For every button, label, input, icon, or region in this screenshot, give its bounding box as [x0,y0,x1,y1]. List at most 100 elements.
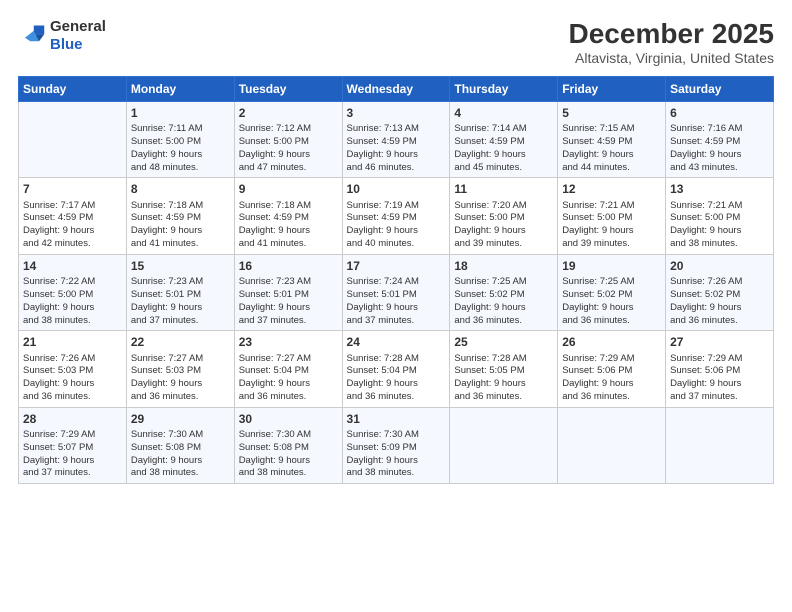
day-info-line: and 43 minutes. [670,162,769,175]
cell-inner: 21Sunrise: 7:26 AMSunset: 5:03 PMDayligh… [23,334,122,403]
day-info-line: Sunrise: 7:18 AM [131,200,230,213]
day-info-line: Daylight: 9 hours [454,225,553,238]
day-number: 24 [347,334,446,350]
day-number: 31 [347,411,446,427]
month-title: December 2025 [569,18,774,50]
day-info-line: Sunset: 5:00 PM [670,212,769,225]
calendar-cell: 8Sunrise: 7:18 AMSunset: 4:59 PMDaylight… [126,178,234,254]
day-info-line: Daylight: 9 hours [131,225,230,238]
day-info-line: and 44 minutes. [562,162,661,175]
cell-inner: 14Sunrise: 7:22 AMSunset: 5:00 PMDayligh… [23,258,122,327]
day-info-line: Sunset: 5:00 PM [23,289,122,302]
cell-inner: 3Sunrise: 7:13 AMSunset: 4:59 PMDaylight… [347,105,446,174]
day-info-line: and 39 minutes. [562,238,661,251]
weekday-header-row: SundayMondayTuesdayWednesdayThursdayFrid… [19,77,774,102]
cell-inner: 31Sunrise: 7:30 AMSunset: 5:09 PMDayligh… [347,411,446,480]
page: General Blue December 2025 Altavista, Vi… [0,0,792,612]
day-info-line: Daylight: 9 hours [239,378,338,391]
day-info-line: Daylight: 9 hours [670,225,769,238]
day-info-line: Daylight: 9 hours [454,302,553,315]
cell-inner: 16Sunrise: 7:23 AMSunset: 5:01 PMDayligh… [239,258,338,327]
day-info-line: Sunrise: 7:21 AM [670,200,769,213]
calendar-cell: 25Sunrise: 7:28 AMSunset: 5:05 PMDayligh… [450,331,558,407]
day-number: 16 [239,258,338,274]
day-info-line: and 36 minutes. [562,315,661,328]
day-number: 25 [454,334,553,350]
day-info-line: Sunrise: 7:18 AM [239,200,338,213]
day-info-line: Sunset: 4:59 PM [239,212,338,225]
day-info-line: Sunrise: 7:24 AM [347,276,446,289]
day-number: 29 [131,411,230,427]
day-number: 22 [131,334,230,350]
cell-inner: 11Sunrise: 7:20 AMSunset: 5:00 PMDayligh… [454,181,553,250]
day-info-line: Daylight: 9 hours [347,302,446,315]
cell-inner: 6Sunrise: 7:16 AMSunset: 4:59 PMDaylight… [670,105,769,174]
logo-icon [18,22,46,50]
day-info-line: Sunrise: 7:30 AM [347,429,446,442]
location: Altavista, Virginia, United States [569,50,774,66]
day-info-line: Sunset: 5:08 PM [131,442,230,455]
day-info-line: Sunset: 5:01 PM [239,289,338,302]
day-number: 17 [347,258,446,274]
day-number: 23 [239,334,338,350]
week-row-5: 28Sunrise: 7:29 AMSunset: 5:07 PMDayligh… [19,407,774,483]
day-number: 3 [347,105,446,121]
calendar-cell: 2Sunrise: 7:12 AMSunset: 5:00 PMDaylight… [234,102,342,178]
day-info-line: Daylight: 9 hours [23,378,122,391]
day-info-line: and 37 minutes. [23,467,122,480]
calendar-cell [666,407,774,483]
day-number: 21 [23,334,122,350]
day-info-line: Daylight: 9 hours [562,302,661,315]
day-info-line: Sunrise: 7:22 AM [23,276,122,289]
calendar-cell: 6Sunrise: 7:16 AMSunset: 4:59 PMDaylight… [666,102,774,178]
day-info-line: and 36 minutes. [454,391,553,404]
day-info-line: Sunrise: 7:26 AM [23,353,122,366]
day-info-line: Daylight: 9 hours [239,455,338,468]
calendar-cell: 21Sunrise: 7:26 AMSunset: 5:03 PMDayligh… [19,331,127,407]
cell-inner: 4Sunrise: 7:14 AMSunset: 4:59 PMDaylight… [454,105,553,174]
day-info-line: Daylight: 9 hours [562,225,661,238]
day-number: 26 [562,334,661,350]
day-number: 15 [131,258,230,274]
day-info-line: and 37 minutes. [239,315,338,328]
calendar-cell: 12Sunrise: 7:21 AMSunset: 5:00 PMDayligh… [558,178,666,254]
day-info-line: Sunrise: 7:29 AM [670,353,769,366]
calendar-cell: 10Sunrise: 7:19 AMSunset: 4:59 PMDayligh… [342,178,450,254]
day-info-line: Daylight: 9 hours [131,455,230,468]
day-info-line: and 41 minutes. [239,238,338,251]
day-info-line: and 36 minutes. [562,391,661,404]
day-info-line: Daylight: 9 hours [239,302,338,315]
calendar-cell: 9Sunrise: 7:18 AMSunset: 4:59 PMDaylight… [234,178,342,254]
day-number: 19 [562,258,661,274]
day-info-line: Sunset: 5:04 PM [239,365,338,378]
cell-inner: 10Sunrise: 7:19 AMSunset: 4:59 PMDayligh… [347,181,446,250]
day-info-line: Daylight: 9 hours [131,378,230,391]
day-info-line: Sunrise: 7:13 AM [347,123,446,136]
cell-inner: 26Sunrise: 7:29 AMSunset: 5:06 PMDayligh… [562,334,661,403]
week-row-1: 1Sunrise: 7:11 AMSunset: 5:00 PMDaylight… [19,102,774,178]
day-info-line: Sunrise: 7:12 AM [239,123,338,136]
calendar-cell: 16Sunrise: 7:23 AMSunset: 5:01 PMDayligh… [234,254,342,330]
day-info-line: Sunset: 5:01 PM [131,289,230,302]
day-number: 12 [562,181,661,197]
cell-inner: 12Sunrise: 7:21 AMSunset: 5:00 PMDayligh… [562,181,661,250]
cell-inner: 25Sunrise: 7:28 AMSunset: 5:05 PMDayligh… [454,334,553,403]
day-info-line: and 48 minutes. [131,162,230,175]
title-block: December 2025 Altavista, Virginia, Unite… [569,18,774,66]
day-info-line: and 36 minutes. [131,391,230,404]
day-number: 18 [454,258,553,274]
logo: General Blue [18,18,106,54]
day-info-line: and 39 minutes. [454,238,553,251]
day-info-line: Sunset: 5:02 PM [562,289,661,302]
day-number: 2 [239,105,338,121]
day-info-line: Sunset: 5:06 PM [670,365,769,378]
day-info-line: Sunrise: 7:19 AM [347,200,446,213]
day-info-line: Sunset: 5:00 PM [131,136,230,149]
day-info-line: Sunset: 5:03 PM [131,365,230,378]
weekday-sunday: Sunday [19,77,127,102]
day-info-line: Sunrise: 7:21 AM [562,200,661,213]
day-number: 10 [347,181,446,197]
day-info-line: Daylight: 9 hours [347,225,446,238]
weekday-tuesday: Tuesday [234,77,342,102]
cell-inner: 18Sunrise: 7:25 AMSunset: 5:02 PMDayligh… [454,258,553,327]
